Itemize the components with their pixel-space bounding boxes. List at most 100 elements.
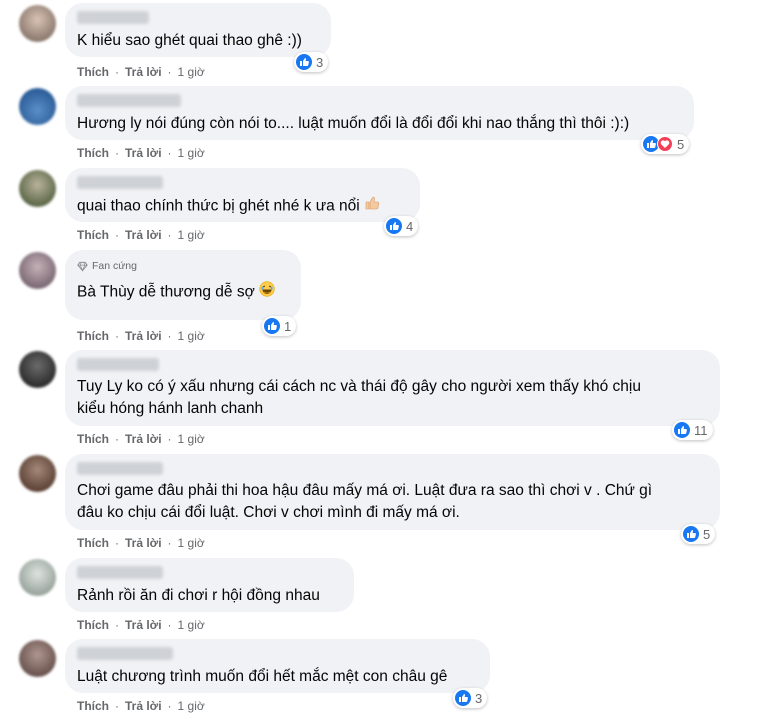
comment-actions: Thích · Trả lời · 1 giờ xyxy=(77,699,205,713)
reaction-summary[interactable]: 4 xyxy=(384,216,419,236)
timestamp[interactable]: 1 giờ xyxy=(178,618,205,632)
reply-action[interactable]: Trả lời xyxy=(125,432,162,446)
reaction-count: 3 xyxy=(316,54,324,70)
comment-text: Bà Thùy dễ thương dễ sợ xyxy=(77,281,289,304)
avatar[interactable] xyxy=(19,5,56,42)
separator: · xyxy=(115,699,119,713)
separator: · xyxy=(167,536,172,550)
like-reaction-icon xyxy=(386,218,402,234)
avatar[interactable] xyxy=(19,252,56,289)
timestamp[interactable]: 1 giờ xyxy=(178,65,205,79)
like-action[interactable]: Thích xyxy=(77,536,109,550)
separator: · xyxy=(115,146,119,160)
avatar[interactable] xyxy=(19,640,56,677)
like-action[interactable]: Thích xyxy=(77,699,109,713)
comment-actions: Thích · Trả lời · 1 giờ xyxy=(77,329,205,343)
comment-actions: Thích · Trả lời · 1 giờ xyxy=(77,228,205,242)
thumbs-up-emoji xyxy=(364,195,380,218)
comment-text: Luật chương trình muốn đổi hết mắc mệt c… xyxy=(77,668,448,685)
avatar[interactable] xyxy=(19,559,56,596)
reply-action[interactable]: Trả lời xyxy=(125,65,162,79)
reaction-summary[interactable]: 3 xyxy=(453,688,488,708)
timestamp[interactable]: 1 giờ xyxy=(178,228,205,242)
timestamp[interactable]: 1 giờ xyxy=(178,536,205,550)
comment-bubble: Fan cứng Bà Thùy dễ thương dễ sợ xyxy=(65,250,301,320)
separator: · xyxy=(115,228,119,242)
separator: · xyxy=(115,329,119,343)
comment-bubble: Hương ly nói đúng còn nói to.... luật mu… xyxy=(65,86,694,140)
laughing-emoji xyxy=(259,281,275,304)
comment-text: K hiểu sao ghét quai thao ghê :)) xyxy=(77,32,302,49)
reaction-count: 5 xyxy=(703,526,711,542)
separator: · xyxy=(167,329,172,343)
author-name-redacted[interactable] xyxy=(77,94,181,107)
reaction-count: 11 xyxy=(694,422,708,438)
comment-bubble: K hiểu sao ghét quai thao ghê :)) xyxy=(65,3,331,57)
comment-actions: Thích · Trả lời · 1 giờ xyxy=(77,536,205,550)
like-action[interactable]: Thích xyxy=(77,618,109,632)
comment-text-content: Bà Thùy dễ thương dễ sợ xyxy=(77,283,255,301)
author-name-redacted[interactable] xyxy=(77,462,163,475)
separator: · xyxy=(115,536,119,550)
timestamp[interactable]: 1 giờ xyxy=(178,329,205,343)
comment-bubble: Rảnh rồi ăn đi chơi r hội đồng nhau xyxy=(65,558,354,612)
comment-actions: Thích · Trả lời · 1 giờ xyxy=(77,432,205,446)
reaction-summary[interactable]: 5 xyxy=(681,524,716,544)
separator: · xyxy=(167,65,172,79)
timestamp[interactable]: 1 giờ xyxy=(178,699,205,713)
reaction-summary[interactable]: 1 xyxy=(262,316,297,336)
comment-text: Chơi game đâu phải thi hoa hậu đâu mấy m… xyxy=(77,482,653,521)
comment-bubble: quai thao chính thức bị ghét nhé k ưa nổ… xyxy=(65,168,420,222)
comment-text: Hương ly nói đúng còn nói to.... luật mu… xyxy=(77,115,630,132)
like-reaction-icon xyxy=(455,690,471,706)
badge-label: Fan cứng xyxy=(92,260,137,272)
like-action[interactable]: Thích xyxy=(77,329,109,343)
reply-action[interactable]: Trả lời xyxy=(125,228,162,242)
comment-text: Rảnh rồi ăn đi chơi r hội đồng nhau xyxy=(77,587,320,604)
reaction-summary[interactable]: 3 xyxy=(294,52,329,72)
avatar[interactable] xyxy=(19,88,56,125)
author-name-redacted[interactable] xyxy=(77,176,163,189)
avatar[interactable] xyxy=(19,351,56,388)
comment-bubble: Luật chương trình muốn đổi hết mắc mệt c… xyxy=(65,639,490,693)
separator: · xyxy=(115,65,119,79)
like-reaction-icon xyxy=(264,318,280,334)
comment-actions: Thích · Trả lời · 1 giờ xyxy=(77,618,205,632)
reply-action[interactable]: Trả lời xyxy=(125,329,162,343)
like-action[interactable]: Thích xyxy=(77,432,109,446)
author-name-redacted[interactable] xyxy=(77,647,173,660)
comment-bubble: Tuy Ly ko có ý xấu nhưng cái cách nc và … xyxy=(65,350,720,426)
comment-text: Tuy Ly ko có ý xấu nhưng cái cách nc và … xyxy=(77,378,641,417)
reaction-count: 5 xyxy=(677,136,685,152)
love-reaction-icon xyxy=(657,136,673,152)
like-reaction-icon xyxy=(683,526,699,542)
author-name-redacted[interactable] xyxy=(77,566,163,579)
reply-action[interactable]: Trả lời xyxy=(125,618,162,632)
separator: · xyxy=(167,228,172,242)
reply-action[interactable]: Trả lời xyxy=(125,536,162,550)
separator: · xyxy=(167,146,172,160)
avatar[interactable] xyxy=(19,455,56,492)
like-reaction-icon xyxy=(296,54,312,70)
avatar[interactable] xyxy=(19,170,56,207)
timestamp[interactable]: 1 giờ xyxy=(178,146,205,160)
author-name-redacted[interactable] xyxy=(77,358,159,371)
author-name-redacted[interactable] xyxy=(77,11,149,24)
comment-text-content: quai thao chính thức bị ghét nhé k ưa nổ… xyxy=(77,197,360,215)
comment-bubble: Chơi game đâu phải thi hoa hậu đâu mấy m… xyxy=(65,454,720,530)
separator: · xyxy=(167,432,172,446)
like-reaction-icon xyxy=(674,422,690,438)
timestamp[interactable]: 1 giờ xyxy=(178,432,205,446)
top-fan-badge: Fan cứng xyxy=(77,259,289,273)
separator: · xyxy=(167,699,172,713)
reaction-summary[interactable]: 11 xyxy=(672,420,713,440)
like-action[interactable]: Thích xyxy=(77,228,109,242)
reaction-count: 1 xyxy=(284,318,292,334)
like-action[interactable]: Thích xyxy=(77,146,109,160)
separator: · xyxy=(115,618,119,632)
reply-action[interactable]: Trả lời xyxy=(125,146,162,160)
reply-action[interactable]: Trả lời xyxy=(125,699,162,713)
separator: · xyxy=(115,432,119,446)
like-action[interactable]: Thích xyxy=(77,65,109,79)
reaction-summary[interactable]: 5 xyxy=(641,134,690,154)
